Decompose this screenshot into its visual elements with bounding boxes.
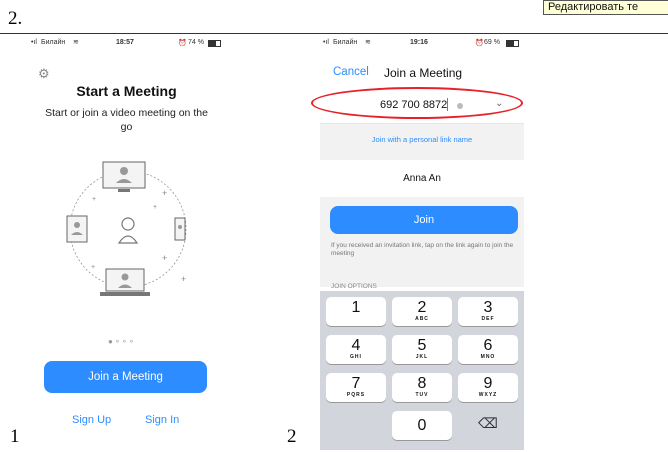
alarm-icon: ⏰ xyxy=(475,40,484,47)
key-8[interactable]: 8 TUV xyxy=(392,373,452,402)
user-icon xyxy=(117,217,139,244)
page-dots[interactable]: ●∘∘∘ xyxy=(108,337,136,346)
battery-icon xyxy=(506,40,519,47)
page-title: Start a Meeting xyxy=(76,83,177,99)
key-3[interactable]: 3 DEF xyxy=(458,297,518,326)
alarm-icon: ⏰ xyxy=(178,40,187,47)
key-1[interactable]: 1 xyxy=(326,297,386,326)
section-label: 2. xyxy=(8,8,23,29)
figure-label-1: 1 xyxy=(10,426,20,447)
monitor-icon xyxy=(102,161,146,192)
cancel-button[interactable]: Cancel xyxy=(333,66,369,78)
page-title: Join a Meeting xyxy=(384,66,463,80)
sparkle-plus: + xyxy=(153,204,157,211)
sign-in-link[interactable]: Sign In xyxy=(145,414,179,426)
carrier-name: Билайн xyxy=(333,39,358,46)
settings-gear-icon[interactable]: ⚙ xyxy=(38,66,50,82)
sparkle-plus: + xyxy=(91,264,95,271)
battery-percent: 69 % xyxy=(484,39,500,46)
edit-tooltip: Редактировать те xyxy=(543,0,668,15)
tablet-icon xyxy=(66,215,88,243)
section-divider xyxy=(0,33,668,34)
wifi-icon: ≋ xyxy=(73,39,79,46)
sparkle-plus: + xyxy=(92,196,96,203)
key-7[interactable]: 7 PQRS xyxy=(326,373,386,402)
signal-icon: •ıl xyxy=(31,39,37,46)
status-time: 19:16 xyxy=(410,39,428,46)
key-6[interactable]: 6 MNO xyxy=(458,335,518,364)
sparkle-plus: + xyxy=(162,188,167,198)
carrier-name: Билайн xyxy=(41,39,66,46)
page-subtitle: Start or join a video meeting on the go xyxy=(45,107,208,133)
wifi-icon: ≋ xyxy=(365,39,371,46)
signal-icon: •ıl xyxy=(323,39,329,46)
join-options-header: JOIN OPTIONS xyxy=(331,283,377,290)
battery-icon xyxy=(208,40,221,47)
join-button[interactable]: Join xyxy=(330,206,518,234)
annotation-ellipse xyxy=(311,87,523,119)
meeting-illustration: + + + + + + xyxy=(66,161,187,296)
key-0[interactable]: 0 xyxy=(392,411,452,440)
phone-icon xyxy=(174,217,186,241)
invitation-hint: If you received an invitation link, tap … xyxy=(331,242,514,257)
figure-label-2: 2 xyxy=(287,426,297,447)
key-9[interactable]: 9 WXYZ xyxy=(458,373,518,402)
key-4[interactable]: 4 GHI xyxy=(326,335,386,364)
key-2[interactable]: 2 ABC xyxy=(392,297,452,326)
display-name-field[interactable]: Anna An xyxy=(320,173,524,184)
key-5[interactable]: 5 JKL xyxy=(392,335,452,364)
numeric-keypad: 1 2 ABC 3 DEF 4 GHI 5 JKL 6 MNO 7 PQRS 8 TUV 9W… xyxy=(320,291,524,450)
phone-1-screen: •ıl Билайн ≋ 18:57 ⏰ 74 % ⚙ Start a Meet… xyxy=(28,36,225,446)
battery-percent: 74 % xyxy=(188,39,204,46)
personal-link-name-link[interactable]: Join with a personal link name xyxy=(320,135,524,144)
phone-2-screen: •ıl Билайн ≋ 19:16 ⏰ 69 % Cancel Join a … xyxy=(311,36,524,450)
backspace-icon[interactable]: ⌫ xyxy=(478,415,498,432)
laptop-icon xyxy=(100,268,150,296)
sparkle-plus: + xyxy=(181,274,186,284)
sparkle-plus: + xyxy=(162,253,167,263)
sign-up-link[interactable]: Sign Up xyxy=(72,414,111,426)
status-time: 18:57 xyxy=(116,39,134,46)
join-meeting-button[interactable]: Join a Meeting xyxy=(44,361,207,393)
